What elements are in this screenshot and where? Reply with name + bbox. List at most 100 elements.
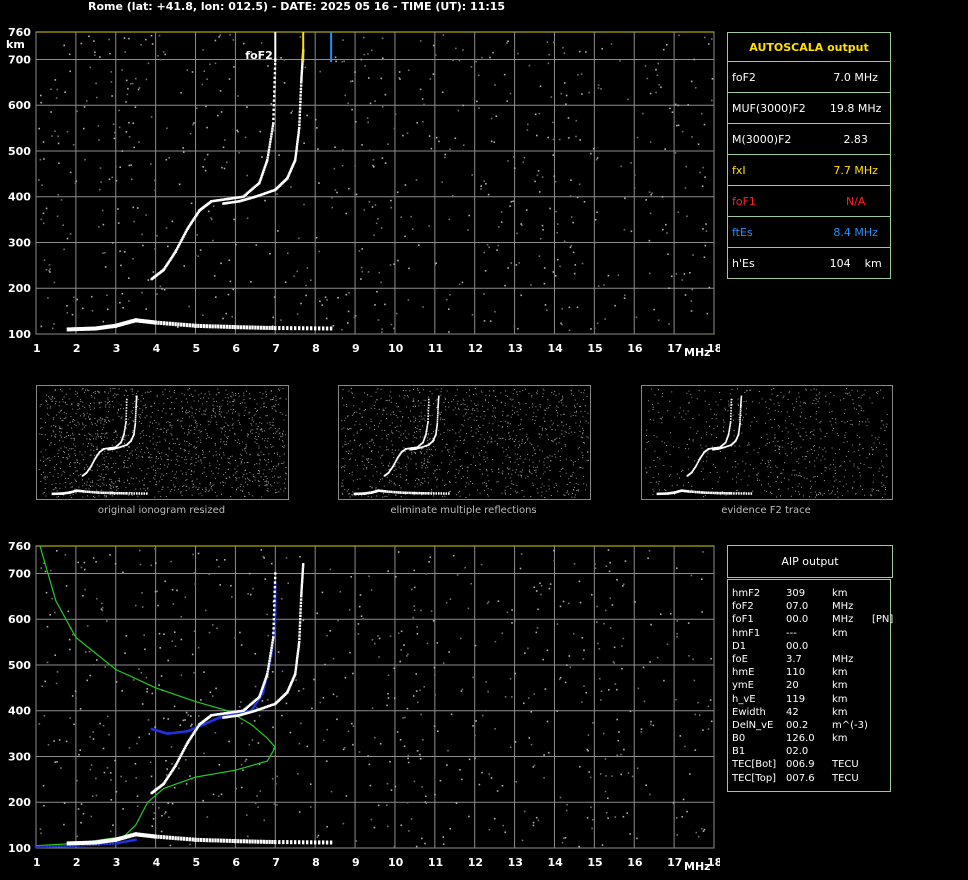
thumbnail-noise-dot — [249, 472, 251, 473]
noise-dot — [38, 179, 40, 181]
thumbnail-noise-dot — [114, 481, 116, 483]
thumbnail-noise-dot — [271, 399, 273, 400]
thumbnail-noise-dot — [572, 415, 574, 416]
thumbnail-trace-point — [739, 416, 741, 419]
thumbnail-noise-dot — [816, 394, 818, 396]
noise-dot — [347, 102, 349, 105]
noise-dot — [101, 209, 104, 212]
thumbnail-noise-dot — [757, 472, 759, 474]
thumbnail-noise-dot — [787, 488, 789, 490]
noise-dot — [237, 95, 239, 97]
thumbnail-noise-dot — [574, 431, 576, 433]
thumbnail-noise-dot — [797, 485, 799, 487]
noise-dot — [231, 315, 233, 318]
thumbnail-noise-dot — [102, 463, 104, 465]
thumbnail-noise-dot — [529, 469, 530, 471]
noise-dot — [336, 191, 338, 194]
thumbnail-noise-dot — [171, 425, 173, 427]
noise-dot — [701, 185, 704, 187]
noise-dot — [585, 51, 587, 53]
thumbnail-noise-dot — [455, 432, 457, 434]
thumbnail-noise-dot — [255, 413, 257, 415]
thumbnail-noise-dot — [537, 445, 539, 447]
thumbnail-noise-dot — [679, 477, 681, 479]
thumbnail-trace-point — [436, 416, 439, 419]
thumbnail-noise-dot — [249, 397, 251, 399]
thumbnail-noise-dot — [128, 494, 130, 496]
thumbnail-noise-dot — [110, 388, 112, 390]
thumbnail-noise-dot — [264, 440, 266, 442]
thumbnail-noise-dot — [425, 467, 427, 469]
noise-dot — [104, 266, 107, 268]
thumbnail-noise-dot — [468, 483, 470, 485]
thumbnail-noise-dot — [820, 420, 822, 422]
noise-dot — [102, 320, 105, 323]
thumbnail-noise-dot — [232, 394, 234, 396]
thumbnail-noise-dot — [264, 437, 266, 439]
thumbnail-noise-dot — [765, 422, 766, 424]
thumbnail-noise-dot — [142, 456, 144, 458]
thumbnail-noise-dot — [261, 496, 263, 498]
thumbnail-noise-dot — [249, 411, 251, 413]
thumbnail-noise-dot — [188, 452, 190, 454]
thumbnail-noise-dot — [808, 496, 810, 498]
noise-dot — [54, 130, 56, 132]
thumbnail-noise-dot — [104, 450, 106, 452]
thumbnail-noise-dot — [139, 416, 140, 418]
thumbnail-noise-dot — [45, 482, 47, 484]
thumbnail-noise-dot — [98, 436, 99, 438]
thumbnail-noise-dot — [544, 458, 546, 460]
thumbnail-trace-point — [438, 395, 440, 398]
thumbnail-noise-dot — [422, 477, 423, 479]
thumbnail-noise-dot — [858, 397, 860, 399]
thumbnail-noise-dot — [487, 408, 489, 410]
thumbnail-noise-dot — [416, 428, 418, 429]
thumbnail-noise-dot — [853, 407, 855, 409]
thumbnail-noise-dot — [76, 396, 78, 398]
thumbnail-noise-dot — [206, 432, 208, 434]
thumbnail-noise-dot — [242, 441, 244, 443]
thumbnail-trace-point — [436, 422, 439, 425]
thumbnail-noise-dot — [69, 388, 71, 390]
thumbnail-noise-dot — [378, 480, 380, 482]
noise-dot — [264, 199, 266, 202]
thumbnail-noise-dot — [342, 446, 344, 448]
thumbnail-noise-dot — [94, 390, 96, 392]
noise-dot — [347, 322, 349, 324]
thumbnail-noise-dot — [128, 445, 130, 447]
thumbnail-noise-dot — [176, 471, 178, 473]
thumbnail-noise-dot — [211, 437, 212, 439]
thumbnail-noise-dot — [382, 410, 384, 412]
thumbnail-noise-dot — [683, 410, 685, 412]
thumbnail-noise-dot — [816, 493, 818, 495]
thumbnail-noise-dot — [58, 412, 60, 414]
thumbnail-noise-dot — [91, 481, 93, 483]
thumbnail-noise-dot — [124, 436, 126, 438]
noise-dot — [364, 65, 366, 67]
thumbnail-noise-dot — [369, 427, 371, 429]
thumbnail-noise-dot — [254, 463, 256, 465]
x-tick-label: 2 — [73, 342, 81, 355]
thumbnail-noise-dot — [427, 440, 429, 441]
thumbnail-noise-dot — [584, 442, 585, 444]
thumbnail-noise-dot — [466, 412, 468, 414]
thumbnail-noise-dot — [348, 488, 350, 490]
thumbnail-noise-dot — [73, 438, 75, 440]
thumbnail-noise-dot — [271, 424, 273, 426]
thumbnail-noise-dot — [367, 394, 369, 396]
thumbnail-noise-dot — [354, 495, 356, 497]
noise-dot — [369, 102, 372, 105]
noise-dot — [623, 297, 626, 299]
thumbnail-noise-dot — [232, 424, 233, 426]
thumbnail-noise-dot — [824, 447, 826, 449]
thumbnail-trace-point — [730, 401, 733, 404]
thumbnail-noise-dot — [102, 440, 104, 442]
thumbnail-noise-dot — [812, 403, 814, 404]
thumbnail-noise-dot — [886, 475, 888, 477]
thumbnail-noise-dot — [195, 408, 197, 410]
thumbnail-noise-dot — [209, 451, 210, 453]
thumbnail-noise-dot — [344, 470, 346, 472]
noise-dot — [407, 299, 410, 301]
thumbnail-noise-dot — [459, 436, 461, 438]
noise-dot — [382, 57, 384, 59]
